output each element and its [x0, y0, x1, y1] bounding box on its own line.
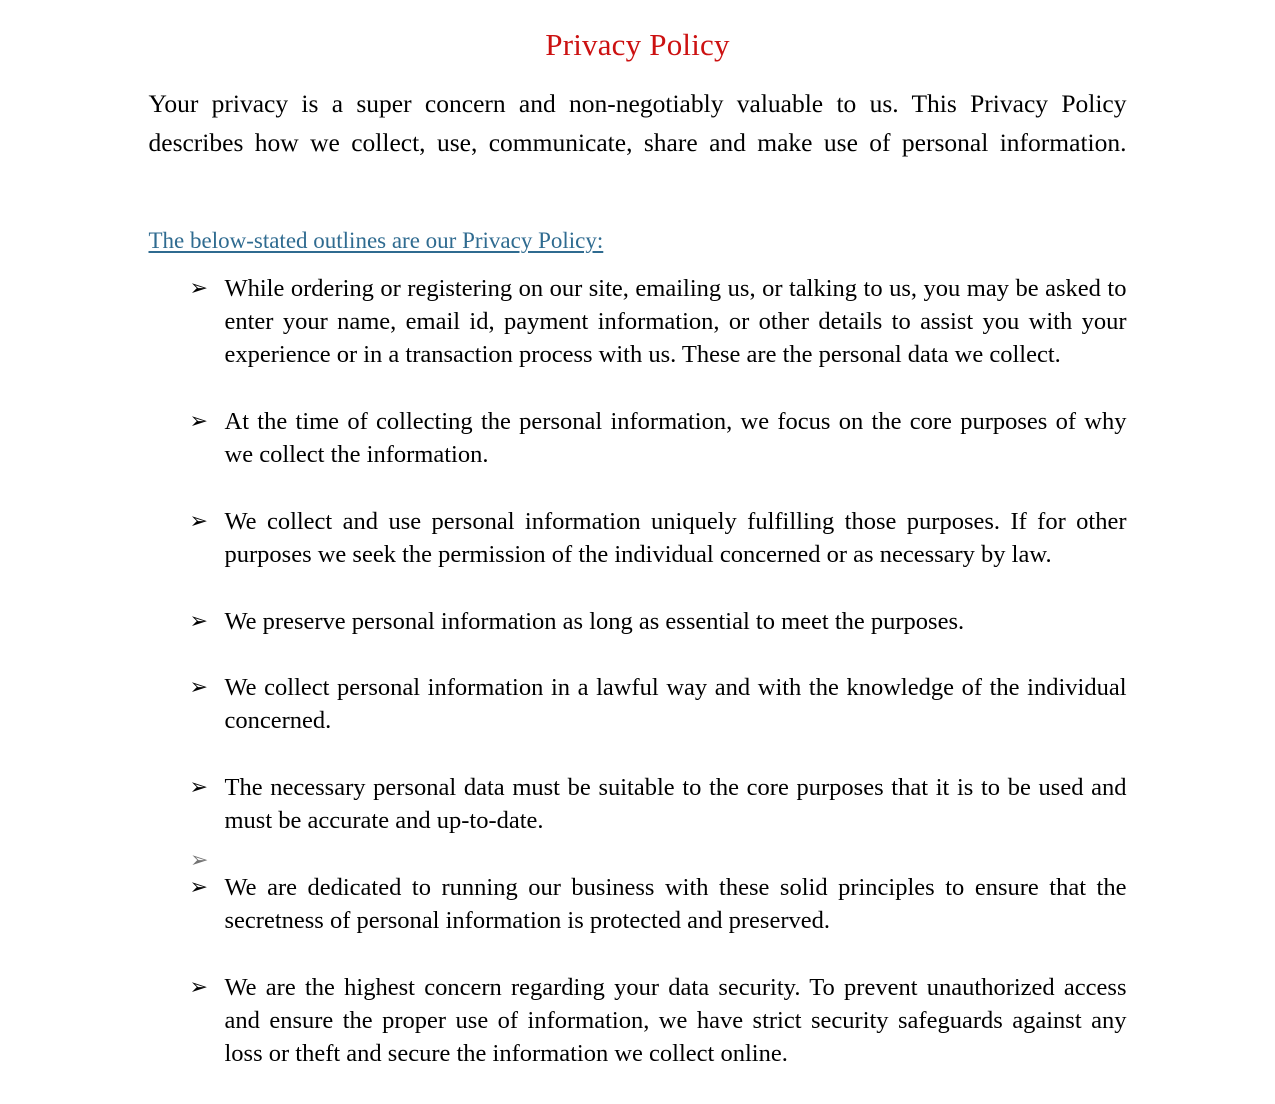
document-body: Your privacy is a super concern and non-…: [149, 62, 1127, 1104]
list-item-text: At the time of collecting the personal i…: [224, 407, 1127, 469]
page-title: Privacy Policy: [545, 27, 730, 62]
arrow-bullet-icon: ➢: [190, 848, 209, 866]
list-item: ➢ We are the highest concern regarding y…: [149, 971, 1127, 1104]
arrow-bullet-icon: ➢: [189, 608, 208, 634]
list-item: ➢ We collect and use personal informatio…: [149, 505, 1127, 605]
arrow-bullet-icon: ➢: [189, 675, 208, 701]
list-item-text: We are dedicated to running our business…: [224, 873, 1127, 935]
list-item-text: We are the highest concern regarding you…: [224, 973, 1127, 1068]
list-item: ➢ We collect personal information in a l…: [149, 671, 1127, 771]
privacy-policy-bullet-list: ➢ While ordering or registering on our s…: [149, 256, 1127, 1104]
list-item-text: We collect personal information in a law…: [224, 674, 1127, 735]
arrow-bullet-icon: ➢: [189, 408, 208, 434]
list-item: ➢ While ordering or registering on our s…: [149, 272, 1127, 405]
list-item-text: The necessary personal data must be suit…: [224, 774, 1127, 835]
arrow-bullet-icon: ➢: [189, 775, 208, 801]
intro-paragraph: Your privacy is a super concern and non-…: [148, 89, 1127, 157]
list-item: ➢ At the time of collecting the personal…: [149, 405, 1127, 505]
document-page: Privacy Policy Your privacy is a super c…: [0, 0, 1275, 1067]
arrow-bullet-icon: ➢: [189, 508, 208, 534]
list-item: ➢ We are dedicated to running our busine…: [149, 871, 1127, 971]
list-item-text: We preserve personal information as long…: [224, 607, 965, 635]
list-item: ➢ We preserve personal information as lo…: [149, 605, 1127, 672]
clipped-next-list-item: ➢: [0, 844, 1275, 866]
arrow-bullet-icon: ➢: [189, 874, 208, 900]
privacy-policy-outline-link[interactable]: The below-stated outlines are our Privac…: [149, 201, 604, 256]
list-item-text: While ordering or registering on our sit…: [224, 274, 1127, 369]
arrow-bullet-icon: ➢: [189, 974, 208, 1000]
list-item-text: We collect and use personal information …: [224, 507, 1127, 568]
arrow-bullet-icon: ➢: [189, 275, 208, 301]
